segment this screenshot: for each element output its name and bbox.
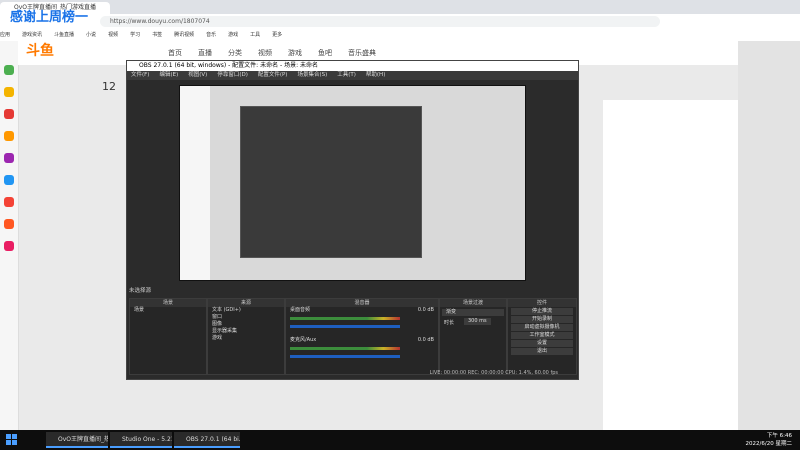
source-item[interactable]: 游戏 [208,335,284,342]
dock-title: 场景过渡 [440,299,506,307]
windows-start-icon[interactable] [6,434,18,446]
scenes-dock: 场景 场景 [129,298,207,375]
right-sidebar [738,41,800,430]
studio-mode-button[interactable]: 工作室模式 [511,332,573,339]
nav-link[interactable]: 鱼吧 [318,49,332,57]
app-icon[interactable] [4,131,14,141]
mixer-channel-name: 麦克风/Aux [290,337,317,343]
nav-link[interactable]: 首页 [168,49,182,57]
site-logo[interactable]: 斗鱼 [26,40,84,62]
source-selected-label: 未选择源 [129,288,152,294]
bookmark-item[interactable]: 视频 [108,32,118,38]
volume-slider[interactable] [290,355,400,358]
taskbar-app-browser[interactable]: OvO王牌直播间_热... [46,432,108,448]
app-icon[interactable] [4,241,14,251]
app-icon[interactable] [4,175,14,185]
obs-status-bar: LIVE: 00:00:00 REC: 00:00:00 CPU: 1.4%, … [429,370,558,376]
obs-menu-item[interactable]: 编辑(E) [159,72,178,78]
address-bar[interactable]: https://www.douyu.com/1807074 [100,16,660,27]
scene-item[interactable]: 场景 [130,307,206,314]
taskbar: OvO王牌直播间_热... Studio One - 5.21 OBS 27.0… [0,430,800,450]
source-item[interactable]: 显示器采集 [208,328,284,335]
sources-dock: 来源 文本 (GDI+) 窗口 图像 显示器采集 游戏 [207,298,285,375]
duration-label: 时长 [444,320,455,326]
bookmark-item[interactable]: 腾讯视频 [174,32,194,38]
mixer-channel-name: 桌面音频 [290,307,311,313]
mixer-dock: 混音器 桌面音频 0.0 dB 麦克风/Aux 0.0 dB [285,298,439,375]
obs-window: OBS 27.0.1 (64 bit, windows) - 配置文件: 未命名… [126,60,579,380]
dock-title: 来源 [208,299,284,307]
nav-link[interactable]: 视频 [258,49,272,57]
app-icon[interactable] [4,87,14,97]
obs-menu-item[interactable]: 场景集合(S) [297,72,327,78]
audio-meter [290,317,400,320]
audio-meter [290,347,400,350]
nav-link[interactable]: 分类 [228,49,242,57]
app-icon[interactable] [4,219,14,229]
bookmark-item[interactable]: 音乐 [206,32,216,38]
bookmark-item[interactable]: 更多 [272,32,282,38]
app-icon[interactable] [4,109,14,119]
mixer-channel-level: 0.0 dB [417,337,434,343]
bookmark-item[interactable]: 小说 [86,32,96,38]
nav-link[interactable]: 直播 [198,49,212,57]
bookmark-item[interactable]: 应用 [0,32,10,38]
obs-menu-item[interactable]: 帮助(H) [366,72,385,78]
obs-menu-item[interactable]: 工具(T) [337,72,356,78]
controls-dock: 控件 停止推流 开始录制 启动虚拟摄像机 工作室模式 设置 退出 [507,298,577,375]
stop-streaming-button[interactable]: 停止推流 [511,308,573,315]
app-icon[interactable] [4,197,14,207]
left-rail [0,41,19,430]
time-badge: 12 [102,80,116,93]
exit-button[interactable]: 退出 [511,348,573,355]
bookmark-item[interactable]: 学习 [130,32,140,38]
nav-link[interactable]: 音乐盛典 [348,49,376,57]
browser-tabbar [0,0,800,14]
duration-input[interactable]: 300 ms [464,318,491,325]
dock-title: 控件 [508,299,576,307]
bookmark-item[interactable]: 书签 [152,32,162,38]
chat-panel [603,100,738,430]
clock-date: 2022/6/20 星期二 [745,441,792,447]
clock-time: 下午 6:46 [766,433,792,439]
settings-button[interactable]: 设置 [511,340,573,347]
preview-rail [180,86,210,280]
obs-menu-item[interactable]: 配置文件(P) [258,72,288,78]
source-item[interactable]: 文本 (GDI+) [208,307,284,314]
nav-links: 首页 直播 分类 视频 游戏 鱼吧 音乐盛典 [168,48,392,58]
dock-title: 场景 [130,299,206,307]
start-recording-button[interactable]: 开始录制 [511,316,573,323]
app-icon[interactable] [4,153,14,163]
obs-menubar: 文件(F) 编辑(E) 视图(V) 停靠窗口(D) 配置文件(P) 场景集合(S) 工具(T… [127,71,578,80]
transition-select[interactable]: 渐变 [442,309,504,316]
taskbar-app-obs[interactable]: OBS 27.0.1 (64 bi... [174,432,240,448]
bookmark-item[interactable]: 工具 [250,32,260,38]
obs-preview[interactable] [179,85,526,281]
taskbar-app-studio-one[interactable]: Studio One - 5.21 [110,432,172,448]
obs-titlebar: OBS 27.0.1 (64 bit, windows) - 配置文件: 未命名… [127,61,578,71]
bookmark-item[interactable]: 斗鱼直播 [54,32,74,38]
system-clock[interactable]: 下午 6:46 2022/6/20 星期二 [746,432,792,448]
nav-link[interactable]: 游戏 [288,49,302,57]
mixer-channel-level: 0.0 dB [417,307,434,313]
bookmark-item[interactable]: 游戏 [228,32,238,38]
obs-menu-item[interactable]: 停靠窗口(D) [217,72,248,78]
bookmark-item[interactable]: 游戏资讯 [22,32,42,38]
nested-preview [240,106,422,258]
virtual-camera-button[interactable]: 启动虚拟摄像机 [511,324,573,331]
source-item[interactable]: 窗口 [208,314,284,321]
app-icon[interactable] [4,65,14,75]
source-item[interactable]: 图像 [208,321,284,328]
transitions-dock: 场景过渡 渐变 时长 300 ms [439,298,507,375]
obs-menu-item[interactable]: 视图(V) [188,72,207,78]
volume-slider[interactable] [290,325,400,328]
obs-menu-item[interactable]: 文件(F) [131,72,149,78]
stream-title: 感谢上周榜一 [10,10,89,25]
dock-title: 混音器 [286,299,438,307]
